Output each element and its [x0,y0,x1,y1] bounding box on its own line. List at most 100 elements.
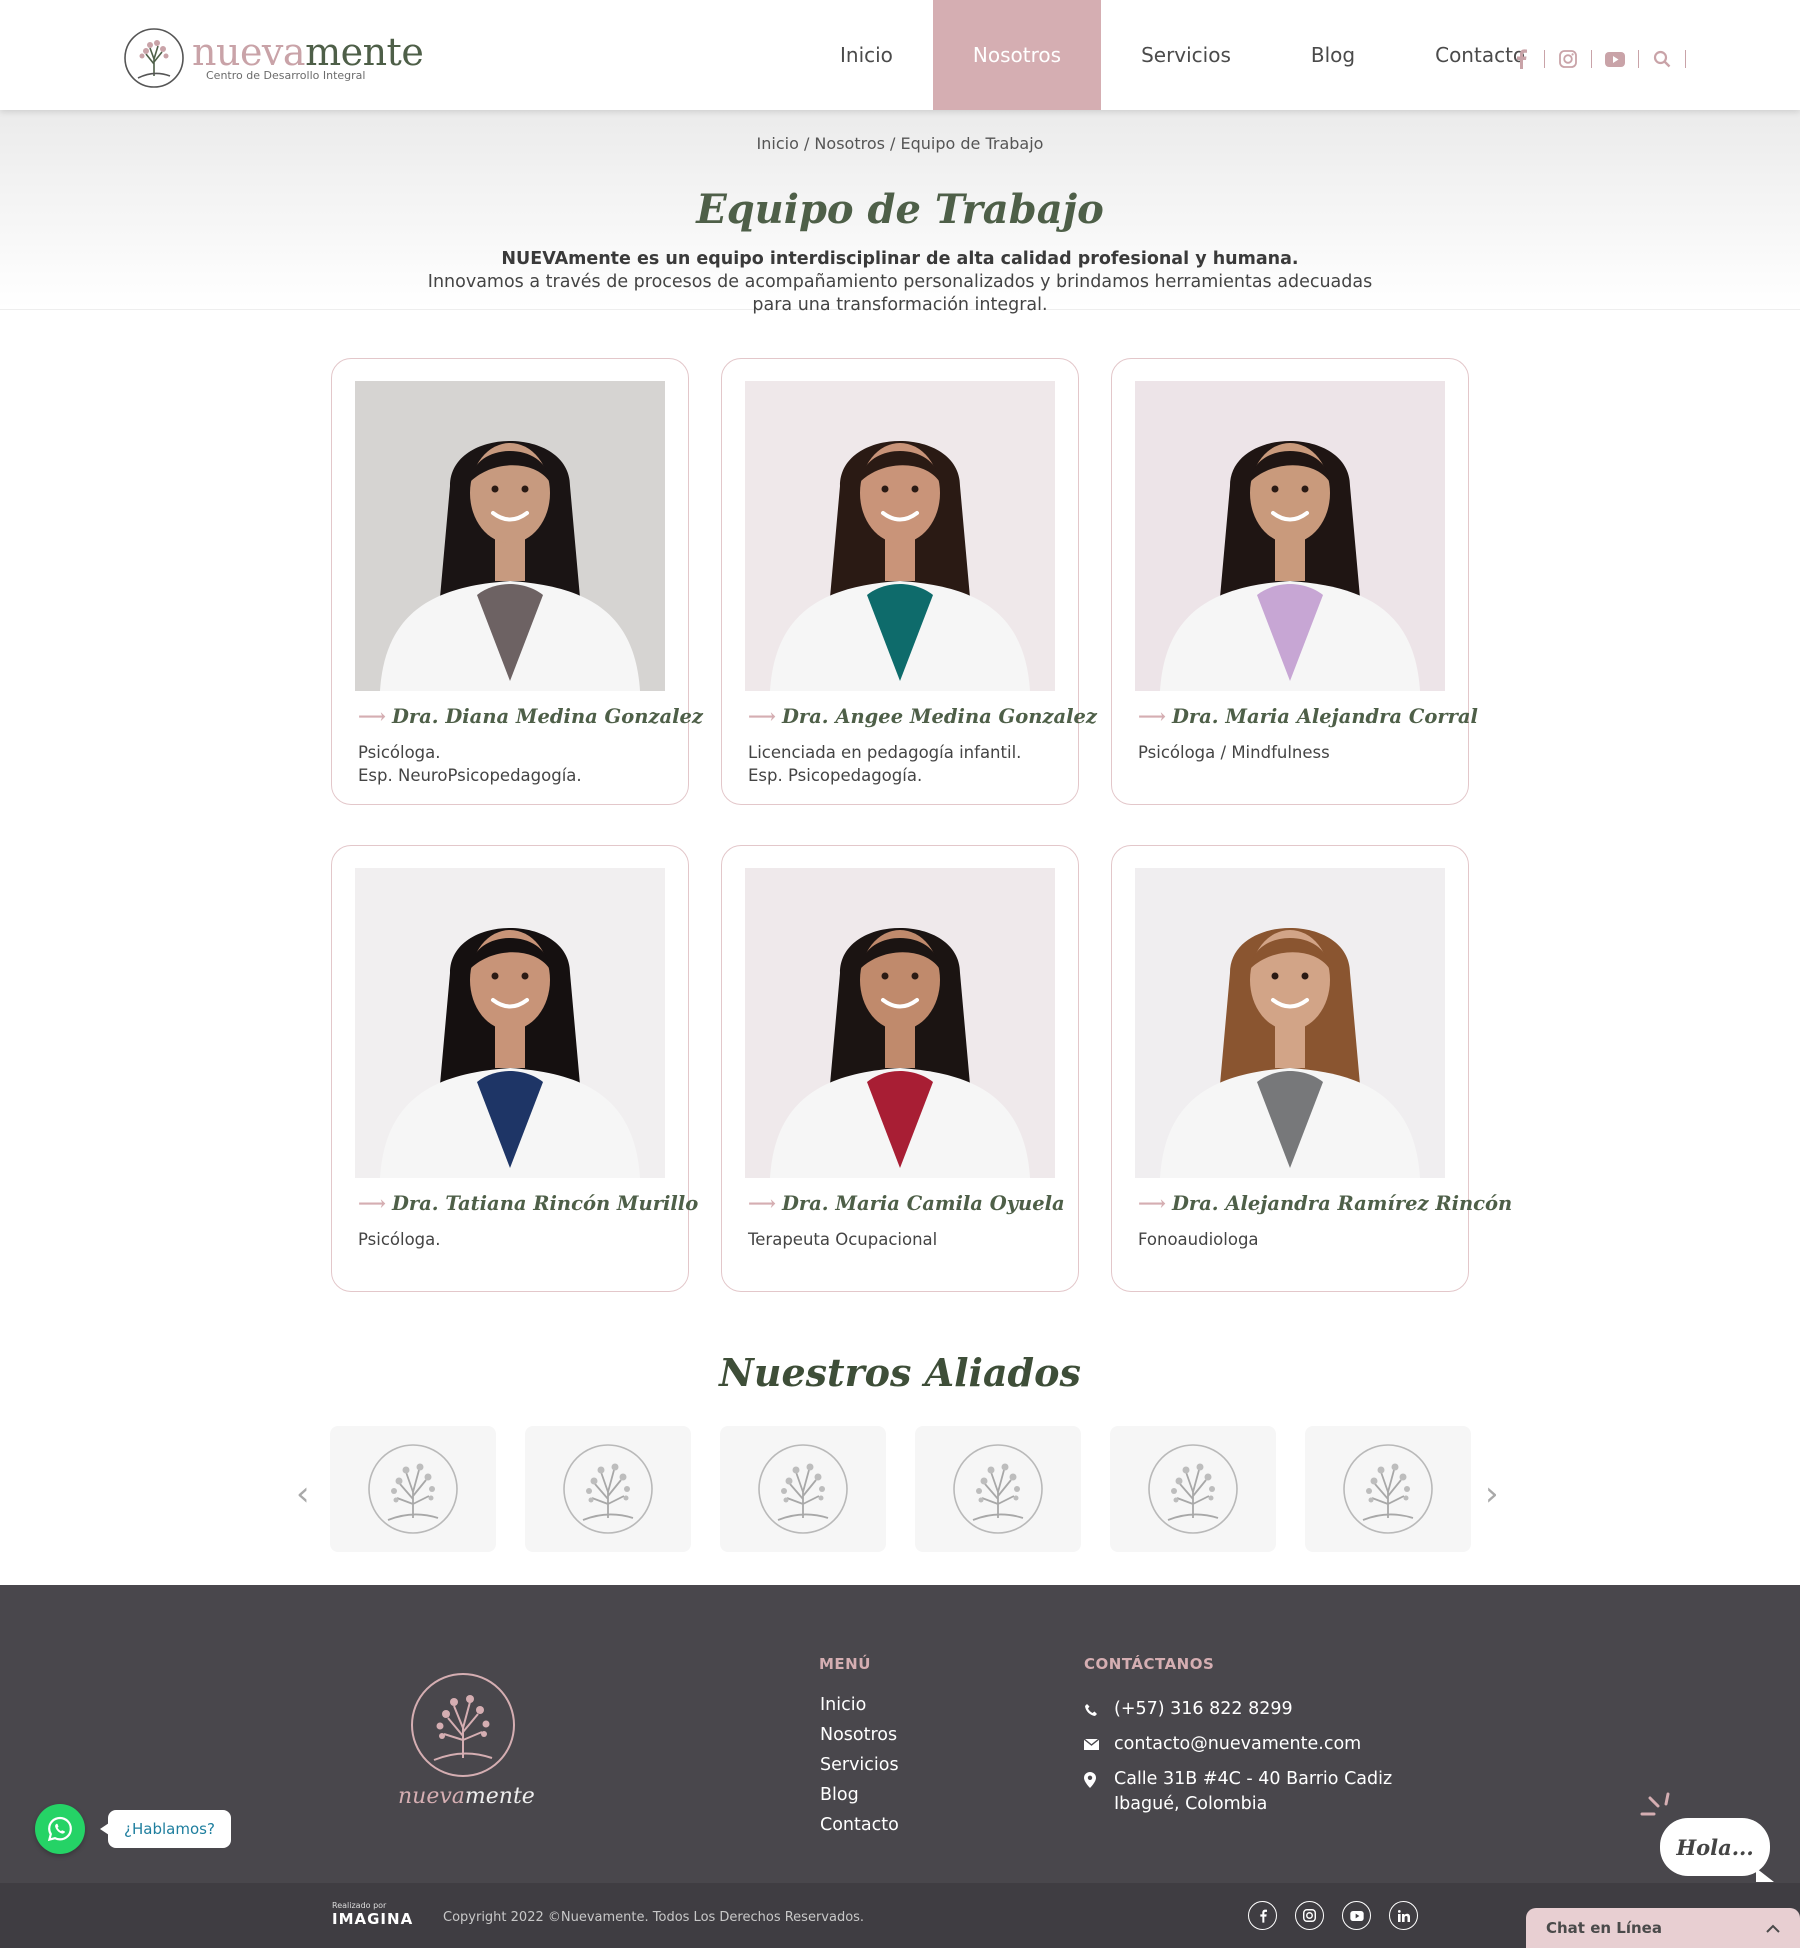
team-card[interactable]: ⟶ Dra. Maria Alejandra Corral Psicóloga / … [1111,358,1478,805]
footer-logo-word: nuevamente [398,1784,535,1809]
nav-item-blog[interactable]: Blog [1271,0,1395,110]
intro-text: NUEVAmente es un equipo interdisciplinar… [400,248,1400,317]
footer-contact-title: CONTÁCTANOS [1084,1655,1215,1673]
team-member-name[interactable]: ⟶ Dra. Maria Camila Oyuela [748,1192,1065,1215]
footer-logo-word-dark: mente [464,1784,535,1809]
team-photo [1135,868,1445,1178]
carousel-next-button[interactable]: › [1485,1474,1499,1514]
contact-phone[interactable]: (+57) 316 822 8299 [1084,1697,1293,1722]
footer-social [1248,1901,1436,1930]
search-icon[interactable] [1651,48,1673,70]
ally-logo[interactable] [1110,1426,1276,1552]
team-member-role-line: Esp. Psicopedagogía. [748,766,923,785]
tree-logo-icon [124,28,184,88]
team-card[interactable]: ⟶ Dra. Angee Medina Gonzalez Licenciada en… [721,358,1097,805]
facebook-icon[interactable] [1248,1901,1277,1930]
footer-link-servicios[interactable]: Servicios [820,1750,899,1780]
team-photo [1135,381,1445,691]
team-member-name[interactable]: ⟶ Dra. Maria Alejandra Corral [1138,705,1478,728]
footer-link-inicio[interactable]: Inicio [820,1690,899,1720]
team-member-name-text: Dra. Maria Camila Oyuela [781,1192,1065,1215]
site-logo[interactable]: nuevamente Centro de Desarrollo Integral [122,26,424,90]
team-member-name-text: Dra. Diana Medina Gonzalez [391,705,703,728]
linkedin-icon[interactable] [1389,1901,1418,1930]
page-hero: Inicio / Nosotros / Equipo de Trabajo Eq… [0,110,1800,315]
contact-address: Calle 31B #4C - 40 Barrio Cadiz Ibagué, C… [1084,1767,1392,1817]
ally-logo[interactable] [525,1426,691,1552]
logo-text: nuevamente Centro de Desarrollo Integral [192,33,424,82]
chevron-up-icon [1766,1924,1780,1933]
team-card[interactable]: ⟶ Dra. Diana Medina Gonzalez Psicóloga. Esp… [331,358,703,805]
team-member-role-line: Esp. NeuroPsicopedagogía. [358,766,582,785]
arrow-right-icon: ⟶ [358,1192,386,1215]
sparkle-icon [1640,1792,1670,1816]
whatsapp-button[interactable] [35,1804,85,1854]
tree-logo-icon [368,1444,458,1534]
footer-link-nosotros[interactable]: Nosotros [820,1720,899,1750]
team-member-role: Fonoaudiologa [1138,1228,1259,1251]
team-member-name[interactable]: ⟶ Dra. Diana Medina Gonzalez [358,705,703,728]
allies-title: Nuestros Aliados [719,1350,1081,1395]
ally-logo[interactable] [915,1426,1081,1552]
ally-logo[interactable] [720,1426,886,1552]
nav-item-servicios[interactable]: Servicios [1101,0,1271,110]
team-card[interactable]: ⟶ Dra. Alejandra Ramírez Rincón Fonoaudiol… [1111,845,1512,1292]
intro-strong: NUEVAmente es un equipo interdisciplinar… [501,249,1299,269]
main-nav: Inicio Nosotros Servicios Blog Contacto [800,0,1565,110]
team-card[interactable]: ⟶ Dra. Tatiana Rincón Murillo Psicóloga. [331,845,698,1292]
team-member-role-line: Psicóloga / Mindfulness [1138,743,1330,762]
live-chat-bar[interactable]: Chat en Línea [1526,1908,1800,1948]
tree-logo-icon [411,1673,515,1777]
ally-logo[interactable] [330,1426,496,1552]
tree-logo-icon [1148,1444,1238,1534]
team-member-role: Psicóloga / Mindfulness [1138,741,1330,764]
chat-greeting-bubble[interactable]: Hola... [1660,1818,1774,1882]
arrow-right-icon: ⟶ [748,1192,776,1215]
team-photo [745,868,1055,1178]
whatsapp-bubble[interactable]: ¿Hablamos? [100,1810,231,1848]
instagram-icon[interactable] [1295,1901,1324,1930]
arrow-right-icon: ⟶ [1138,705,1166,728]
footer-menu: Inicio Nosotros Servicios Blog Contacto [820,1690,899,1840]
intro-line: para una transformación integral. [752,295,1048,315]
tree-logo-icon [1343,1444,1433,1534]
divider [1591,50,1592,68]
footer-logo[interactable]: nuevamente [398,1670,535,1809]
team-member-role-line: Psicóloga. [358,1230,441,1249]
divider [1685,50,1686,68]
footer-logo-word-light: nueva [398,1784,465,1809]
team-member-role: Licenciada en pedagogía infantil. Esp. Ps… [748,741,1021,787]
location-pin-icon [1084,1767,1114,1792]
team-member-name[interactable]: ⟶ Dra. Tatiana Rincón Murillo [358,1192,698,1215]
tree-logo-icon [953,1444,1043,1534]
tree-logo-icon [758,1444,848,1534]
contact-email[interactable]: contacto@nuevamente.com [1084,1732,1361,1757]
team-member-role-line: Terapeuta Ocupacional [748,1230,938,1249]
facebook-icon[interactable] [1510,48,1532,70]
logo-word-light: nueva [192,29,306,74]
made-by-imagina[interactable]: Realizado por IMAGINA [332,1901,413,1928]
header-social [1498,48,1686,70]
made-by-brand: IMAGINA [332,1910,414,1928]
live-chat-label: Chat en Línea [1546,1919,1662,1937]
youtube-icon[interactable] [1604,48,1626,70]
team-card[interactable]: ⟶ Dra. Maria Camila Oyuela Terapeuta Ocupa… [721,845,1079,1292]
logo-word-dark: mente [305,29,424,74]
nav-item-nosotros[interactable]: Nosotros [932,0,1102,110]
footer-link-blog[interactable]: Blog [820,1780,899,1810]
nav-item-inicio[interactable]: Inicio [800,0,933,110]
divider [1638,50,1639,68]
mail-icon [1084,1732,1114,1757]
tree-logo-icon [563,1444,653,1534]
breadcrumb[interactable]: Inicio / Nosotros / Equipo de Trabajo [0,134,1800,153]
instagram-icon[interactable] [1557,48,1579,70]
team-member-role-line: Licenciada en pedagogía infantil. [748,743,1022,762]
youtube-icon[interactable] [1342,1901,1371,1930]
footer-link-contacto[interactable]: Contacto [820,1810,899,1840]
team-member-name[interactable]: ⟶ Dra. Alejandra Ramírez Rincón [1138,1192,1512,1215]
team-member-name[interactable]: ⟶ Dra. Angee Medina Gonzalez [748,705,1097,728]
contact-address-line: Ibagué, Colombia [1114,1794,1268,1814]
carousel-prev-button[interactable]: ‹ [296,1474,310,1514]
team-member-name-text: Dra. Tatiana Rincón Murillo [391,1192,699,1215]
ally-logo[interactable] [1305,1426,1471,1552]
